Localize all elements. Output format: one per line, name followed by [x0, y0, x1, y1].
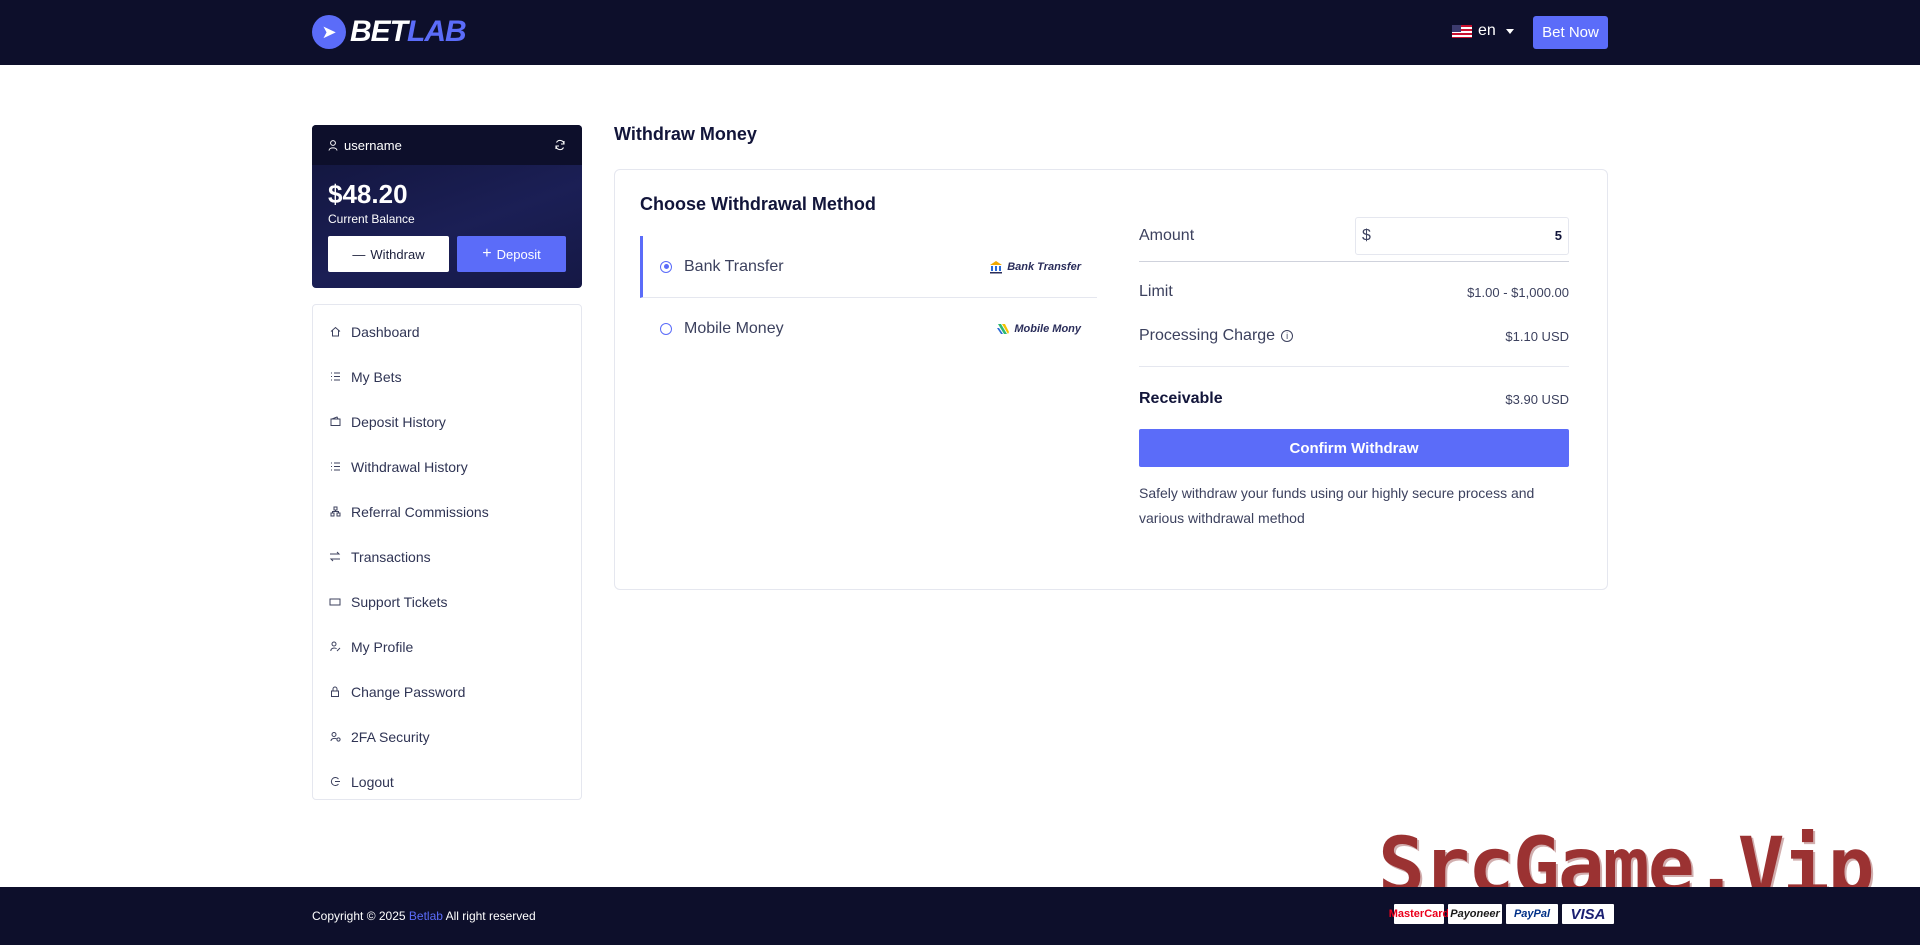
sidebar-item-my-bets[interactable]: My Bets — [313, 354, 581, 399]
list-icon — [329, 371, 341, 383]
exchange-icon — [329, 551, 341, 563]
minus-icon: — — [352, 246, 366, 262]
sidebar-item-logout[interactable]: Logout — [313, 759, 581, 804]
radio-selected-icon[interactable] — [660, 260, 672, 273]
withdraw-panel: Choose Withdrawal Method Bank Transfer B… — [614, 169, 1608, 590]
radio-unselected-icon[interactable] — [660, 323, 672, 335]
deposit-button-label: Deposit — [496, 246, 541, 262]
sidebar-item-transactions[interactable]: Transactions — [313, 534, 581, 579]
summary-divider — [1139, 366, 1569, 367]
logo-text-lab: LAB — [407, 15, 467, 48]
processing-charge-value: $1.10 USD — [1505, 328, 1569, 344]
sidebar-item-dashboard[interactable]: Dashboard — [313, 309, 581, 354]
plus-icon: + — [482, 245, 492, 262]
wallet-icon — [329, 416, 341, 428]
refresh-icon[interactable] — [554, 139, 566, 151]
logo-text-bet: BET — [350, 15, 408, 48]
sidebar-item-withdrawal-history[interactable]: Withdrawal History — [313, 444, 581, 489]
deposit-button[interactable]: + Deposit — [457, 236, 566, 272]
sidebar-menu: Dashboard My Bets Deposit History Withdr… — [312, 304, 582, 800]
withdraw-note: Safely withdraw your funds using our hig… — [1139, 485, 1535, 526]
lock-icon — [329, 686, 341, 698]
sidebar-item-my-profile[interactable]: My Profile — [313, 624, 581, 669]
withdraw-summary: Amount $ Limit $1.00 - $1,000.00 Process… — [1139, 210, 1569, 531]
sidebar-item-change-password[interactable]: Change Password — [313, 669, 581, 714]
home-icon — [329, 326, 341, 338]
currency-symbol: $ — [1362, 226, 1371, 244]
us-flag-icon — [1452, 24, 1472, 38]
receivable-value: $3.90 USD — [1505, 391, 1569, 407]
site-logo[interactable]: ➤ BETLAB — [312, 14, 467, 50]
visa-logo: VISA — [1562, 904, 1614, 924]
limit-label: Limit — [1139, 283, 1173, 300]
footer-brand-link[interactable]: Betlab — [409, 909, 443, 923]
language-selector[interactable]: en — [1452, 22, 1514, 40]
sidebar-item-support-tickets[interactable]: Support Tickets — [313, 579, 581, 624]
top-navbar: ➤ BETLAB en Bet Now — [0, 0, 1920, 65]
balance-card: username $48.20 Current Balance — Withdr… — [312, 125, 582, 288]
payment-logos: MasterCard Payoneer PayPal VISA — [1389, 904, 1614, 924]
username-label: username — [344, 137, 402, 153]
footer: Copyright © 2025 Betlab All right reserv… — [0, 887, 1920, 945]
confirm-withdraw-button[interactable]: Confirm Withdraw — [1139, 429, 1569, 467]
list-icon — [329, 461, 341, 473]
copyright-text: Copyright © 2025 Betlab All right reserv… — [312, 909, 536, 923]
language-label: en — [1478, 22, 1496, 39]
balance-label: Current Balance — [328, 212, 415, 226]
user-icon — [328, 139, 338, 151]
receivable-label: Receivable — [1139, 390, 1223, 407]
sidebar-item-deposit-history[interactable]: Deposit History — [313, 399, 581, 444]
network-icon — [329, 506, 341, 518]
limit-value: $1.00 - $1,000.00 — [1467, 284, 1569, 300]
sidebar-item-2fa-security[interactable]: 2FA Security — [313, 714, 581, 759]
amount-input-group[interactable]: $ — [1355, 216, 1569, 255]
info-icon[interactable]: i — [1281, 330, 1294, 342]
method-label: Mobile Money — [684, 320, 784, 337]
limit-row: Limit $1.00 - $1,000.00 — [1139, 270, 1569, 314]
caret-down-icon — [1505, 28, 1514, 34]
method-label: Bank Transfer — [684, 257, 784, 275]
mobile-money-logo: Mobile Mony — [996, 322, 1081, 336]
bank-icon — [990, 260, 1003, 273]
sidebar-item-referral-commissions[interactable]: Referral Commissions — [313, 489, 581, 534]
bet-now-button[interactable]: Bet Now — [1533, 16, 1608, 49]
withdraw-button-label: Withdraw — [370, 246, 425, 262]
shield-user-icon — [329, 731, 341, 743]
receivable-row: Receivable $3.90 USD — [1139, 377, 1569, 421]
processing-charge-row: Processing Charge i $1.10 USD — [1139, 314, 1569, 358]
balance-card-header: username — [312, 125, 582, 165]
page-title: Withdraw Money — [614, 124, 757, 144]
paypal-logo: PayPal — [1506, 904, 1558, 924]
payoneer-logo: Payoneer — [1448, 904, 1502, 924]
user-edit-icon — [329, 641, 341, 653]
bank-transfer-logo: Bank Transfer — [989, 260, 1081, 274]
choose-method-title: Choose Withdrawal Method — [640, 194, 876, 214]
amount-label: Amount — [1139, 226, 1195, 244]
method-mobile-money[interactable]: Mobile Money Mobile Mony — [640, 298, 1097, 360]
mastercard-logo: MasterCard — [1389, 904, 1449, 924]
runner-logo-icon: ➤ — [312, 15, 346, 49]
amount-row: Amount $ — [1139, 210, 1569, 262]
processing-charge-label: Processing Charge — [1139, 327, 1276, 344]
balance-amount: $48.20 — [328, 179, 408, 209]
mobile-money-icon — [997, 324, 1010, 334]
withdraw-button[interactable]: — Withdraw — [328, 236, 449, 272]
method-bank-transfer[interactable]: Bank Transfer Bank Transfer — [640, 236, 1097, 298]
logout-icon — [329, 776, 341, 788]
ticket-icon — [329, 596, 341, 608]
amount-input[interactable] — [1370, 228, 1562, 243]
